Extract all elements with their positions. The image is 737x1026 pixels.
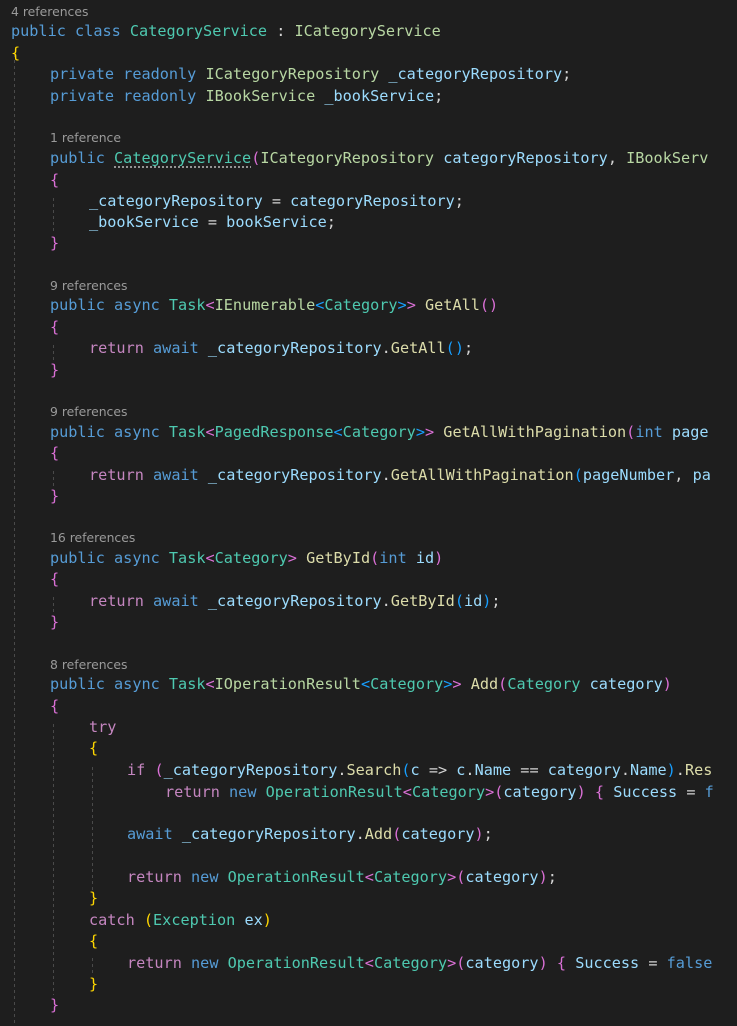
code-line: private readonly IBookService _bookServi… bbox=[50, 87, 444, 105]
code-line: } bbox=[50, 613, 60, 631]
code-line: try bbox=[89, 718, 117, 736]
code-line: private readonly ICategoryRepository _ca… bbox=[50, 65, 572, 83]
codelens-references[interactable]: 9 references bbox=[50, 404, 127, 420]
code-line: { bbox=[89, 739, 99, 757]
code-line: { bbox=[11, 44, 21, 62]
code-line: { bbox=[50, 697, 60, 715]
code-line: return new OperationResult<Category>(cat… bbox=[165, 783, 714, 801]
code-line: } bbox=[50, 487, 60, 505]
code-line: { bbox=[50, 318, 60, 336]
code-line: await _categoryRepository.Add(category); bbox=[127, 825, 493, 843]
code-line: } bbox=[89, 889, 99, 907]
code-line: { bbox=[89, 932, 99, 950]
code-line: return await _categoryRepository.GetById… bbox=[89, 592, 501, 610]
code-line: _bookService = bookService; bbox=[89, 213, 336, 231]
code-line: return await _categoryRepository.GetAll(… bbox=[89, 339, 474, 357]
code-line: _categoryRepository = categoryRepository… bbox=[89, 192, 464, 210]
code-line: { bbox=[50, 171, 60, 189]
codelens-references[interactable]: 16 references bbox=[50, 530, 135, 546]
code-line: public async Task<Category> GetById(int … bbox=[50, 549, 444, 567]
codelens-references[interactable]: 8 references bbox=[50, 657, 127, 673]
code-line: if (_categoryRepository.Search(c => c.Na… bbox=[127, 761, 713, 779]
code-line: public CategoryService(ICategoryReposito… bbox=[50, 149, 709, 167]
code-line: public async Task<PagedResponse<Category… bbox=[50, 423, 709, 441]
code-line: public async Task<IOperationResult<Categ… bbox=[50, 675, 672, 693]
code-line: { bbox=[50, 570, 60, 588]
codelens-references[interactable]: 1 reference bbox=[50, 130, 121, 146]
code-line: return new OperationResult<Category>(cat… bbox=[127, 868, 557, 886]
code-line: } bbox=[50, 361, 60, 379]
code-line: public class CategoryService : ICategory… bbox=[11, 22, 441, 40]
code-line: } bbox=[50, 234, 60, 252]
code-line: } bbox=[50, 996, 60, 1014]
codelens-references[interactable]: 9 references bbox=[50, 278, 127, 294]
code-line: return await _categoryRepository.GetAllW… bbox=[89, 466, 711, 484]
code-line: { bbox=[50, 444, 60, 462]
codelens-references[interactable]: 4 references bbox=[11, 4, 88, 20]
code-line: return new OperationResult<Category>(cat… bbox=[127, 954, 713, 972]
code-line: catch (Exception ex) bbox=[89, 911, 272, 929]
code-line: public async Task<IEnumerable<Category>>… bbox=[50, 296, 499, 314]
code-line: } bbox=[89, 975, 99, 993]
code-editor[interactable]: 4 references public class CategoryServic… bbox=[0, 0, 737, 1026]
